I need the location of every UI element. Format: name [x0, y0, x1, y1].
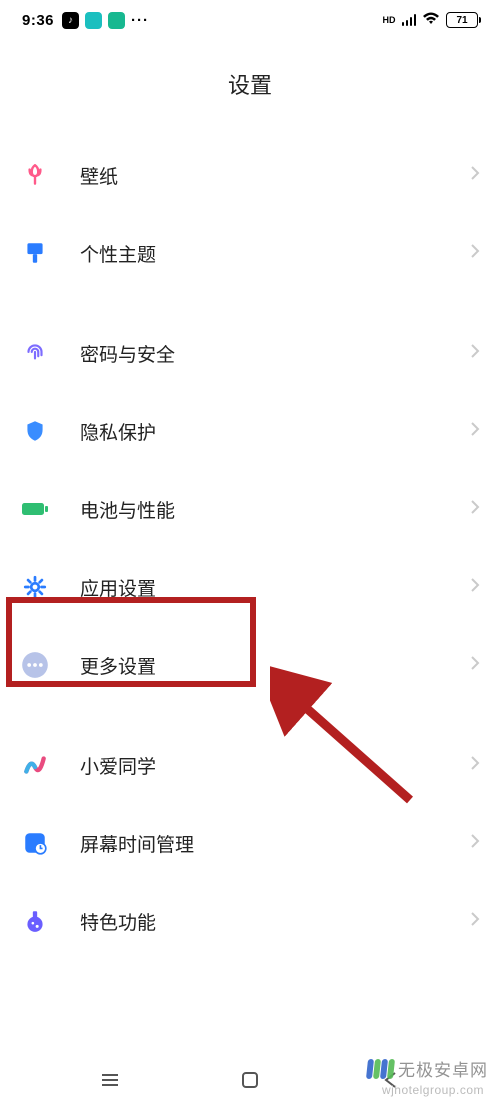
battery-indicator: 71	[446, 12, 478, 28]
item-label: 特色功能	[80, 908, 470, 935]
nav-menu-button[interactable]	[90, 1060, 130, 1100]
item-label: 屏幕时间管理	[80, 830, 470, 857]
chevron-right-icon	[470, 243, 480, 264]
settings-item-xiaoai[interactable]: 小爱同学	[20, 726, 480, 804]
privacy-icon	[20, 416, 50, 446]
chevron-right-icon	[470, 421, 480, 442]
status-time: 9:36	[22, 12, 54, 29]
settings-item-more[interactable]: 更多设置	[20, 626, 480, 704]
item-label: 更多设置	[80, 652, 470, 679]
chevron-right-icon	[470, 577, 480, 598]
item-label: 个性主题	[80, 240, 470, 267]
xiaoai-icon	[20, 750, 50, 780]
more-notifications-icon: ···	[131, 12, 149, 29]
chevron-right-icon	[470, 499, 480, 520]
settings-item-privacy[interactable]: 隐私保护	[20, 392, 480, 470]
wallpaper-icon	[20, 160, 50, 190]
chevron-right-icon	[470, 911, 480, 932]
tiktok-icon: ♪	[62, 12, 79, 29]
app-icon-1	[85, 12, 102, 29]
status-bar: 9:36 ♪ ··· HD 71	[0, 0, 500, 40]
settings-item-apps[interactable]: 应用设置	[20, 548, 480, 626]
settings-item-security[interactable]: 密码与安全	[20, 314, 480, 392]
item-label: 密码与安全	[80, 340, 470, 367]
item-label: 壁纸	[80, 162, 470, 189]
app-icon-2	[108, 12, 125, 29]
more-icon	[20, 650, 50, 680]
settings-item-features[interactable]: 特色功能	[20, 882, 480, 960]
item-label: 电池与性能	[80, 496, 470, 523]
settings-item-wallpaper[interactable]: 壁纸	[20, 136, 480, 214]
nav-home-button[interactable]	[230, 1060, 270, 1100]
watermark-logo-icon	[367, 1059, 394, 1079]
hd-indicator: HD	[383, 16, 396, 25]
security-icon	[20, 338, 50, 368]
chevron-right-icon	[470, 165, 480, 186]
item-label: 隐私保护	[80, 418, 470, 445]
watermark-url: wjhotelgroup.com	[382, 1083, 484, 1097]
battery-icon	[20, 494, 50, 524]
screentime-icon	[20, 828, 50, 858]
page-title: 设置	[0, 40, 500, 136]
chevron-right-icon	[470, 833, 480, 854]
chevron-right-icon	[470, 343, 480, 364]
theme-icon	[20, 238, 50, 268]
features-icon	[20, 906, 50, 936]
chevron-right-icon	[470, 755, 480, 776]
settings-item-screentime[interactable]: 屏幕时间管理	[20, 804, 480, 882]
settings-item-battery[interactable]: 电池与性能	[20, 470, 480, 548]
watermark: 无极安卓网	[367, 1056, 488, 1081]
apps-icon	[20, 572, 50, 602]
chevron-right-icon	[470, 655, 480, 676]
wifi-icon	[422, 11, 440, 30]
item-label: 应用设置	[80, 574, 470, 601]
item-label: 小爱同学	[80, 752, 470, 779]
signal-icon	[402, 14, 417, 26]
settings-item-theme[interactable]: 个性主题	[20, 214, 480, 292]
